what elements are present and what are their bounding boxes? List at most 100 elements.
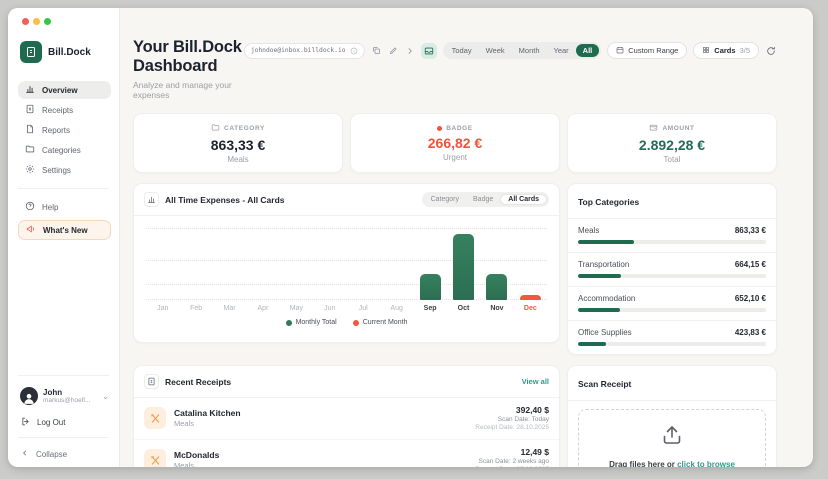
chart-tab-category[interactable]: Category [424,195,466,204]
category-row[interactable]: Office Supplies423,83 € [568,321,776,354]
chart-body: JanFebMarAprMayJunJulAugSepOctNovDec Mon… [134,216,559,342]
sidebar-item-reports[interactable]: Reports [18,121,111,139]
upload-icon [660,423,684,452]
receipt-row[interactable]: McDonalds Meals 12,49 $ Scan Date: 2 wee… [134,440,559,467]
window-controls[interactable] [18,16,111,25]
chart-tabs: Category Badge All Cards [422,192,549,207]
sidebar-item-whats-new[interactable]: What's New [18,220,111,240]
view-all-link[interactable]: View all [522,377,549,386]
sidebar-item-label: Reports [42,126,70,135]
month-label: Feb [179,305,212,312]
chart-bar[interactable] [486,274,507,300]
chart-bar-slot [179,222,212,300]
chart-tab-badge[interactable]: Badge [466,195,500,204]
chart-tab-all-cards[interactable]: All Cards [500,194,547,205]
sidebar-item-label: Help [42,203,58,212]
receipt-category: Meals [174,461,219,467]
receipt-row[interactable]: Catalina Kitchen Meals 392,40 $ Scan Dat… [134,398,559,440]
sidebar-item-label: Categories [42,146,81,155]
progress-track [578,274,766,278]
copy-email-button[interactable] [371,46,382,55]
cards-label: Cards [714,46,735,55]
info-icon[interactable] [350,42,358,60]
month-label: Mar [213,305,246,312]
range-tab-year[interactable]: Year [547,44,576,57]
chart-bar-slot [280,222,313,300]
logout-icon [21,417,30,428]
legend-dot-icon [353,320,359,326]
inbox-email: johndoe@inbox.billdock.io [251,47,346,54]
zoom-window-button[interactable] [44,18,51,25]
sidebar-item-help[interactable]: Help [18,198,111,216]
category-value: 652,10 € [735,294,766,303]
receipt-icon [144,374,159,389]
sidebar-item-categories[interactable]: Categories [18,141,111,159]
progress-fill [578,240,634,244]
receipt-amount: 392,40 $ [475,405,549,416]
month-label: May [280,305,313,312]
range-tab-all[interactable]: All [576,44,600,57]
stat-sublabel: Meals [227,155,248,164]
stat-label: BADGE [437,125,472,132]
sidebar-divider [18,437,109,438]
receipt-scan-date: Scan Date: 2 weeks ago [475,458,549,466]
sidebar-item-label: Settings [42,166,71,175]
custom-range-button[interactable]: Custom Range [607,42,687,59]
receipt-date: Receipt Date: 05.12.2025 [475,466,549,467]
category-row[interactable]: Transportation664,15 € [568,253,776,287]
range-tab-today[interactable]: Today [445,44,479,57]
month-label: Jun [313,305,346,312]
receipt-icon [25,104,35,116]
refresh-button[interactable] [765,46,777,56]
browse-link[interactable]: click to browse [677,460,735,467]
month-label: Apr [246,305,279,312]
sidebar-item-settings[interactable]: Settings [18,161,111,179]
recent-receipts-card: Recent Receipts View all Catalina Kitche… [133,365,560,467]
chart-bar-slot [380,222,413,300]
dropzone-text: Drag files here or click to browse [609,460,735,467]
chart-bar[interactable] [453,234,474,300]
receipt-category: Meals [174,419,241,429]
category-row[interactable]: Meals863,33 € [568,219,776,253]
category-value: 863,33 € [735,226,766,235]
range-tab-week[interactable]: Week [479,44,512,57]
category-value: 423,83 € [735,328,766,337]
inbox-email-pill[interactable]: johndoe@inbox.billdock.io [244,43,365,59]
month-label: Oct [447,305,480,312]
question-circle-icon [25,201,35,213]
grid-icon [702,46,710,56]
user-email: markus@hoefl... [43,397,90,404]
chart-bar[interactable] [420,274,441,300]
category-row[interactable]: Accommodation652,10 € [568,287,776,321]
logout-button[interactable]: Log Out [21,417,111,428]
minimize-window-button[interactable] [33,18,40,25]
wallet-icon [649,123,658,134]
utensils-icon [144,407,166,429]
chart-bar-slot [347,222,380,300]
sidebar-item-overview[interactable]: Overview [18,81,111,99]
stat-card-amount: AMOUNT 2.892,28 € Total [567,113,777,173]
main-content: Your Bill.Dock Dashboard Analyze and man… [120,8,813,467]
legend-current-month: Current Month [353,319,408,326]
chart-bar-slot [514,222,547,300]
file-dropzone[interactable]: Drag files here or click to browse JPG, … [578,409,766,467]
month-label: Dec [514,305,547,312]
month-label: Jan [146,305,179,312]
stat-label: AMOUNT [649,123,694,134]
cards-button[interactable]: Cards 3/5 [693,42,759,59]
chart-bar[interactable] [520,295,541,300]
title-block: Your Bill.Dock Dashboard Analyze and man… [133,38,244,100]
sidebar-item-receipts[interactable]: Receipts [18,101,111,119]
chevron-right-icon[interactable] [405,47,415,55]
close-window-button[interactable] [22,18,29,25]
chart-bar-slot [146,222,179,300]
receipt-details: 392,40 $ Scan Date: Today Receipt Date: … [475,405,549,432]
collapse-sidebar-button[interactable]: Collapse [21,449,111,459]
range-tab-month[interactable]: Month [512,44,547,57]
user-menu[interactable]: John markus@hoefl... ⌄ [18,385,111,407]
chart-legend: Monthly Total Current Month [146,319,547,326]
edit-email-button[interactable] [388,46,399,55]
chart-bar-slot [313,222,346,300]
category-value: 664,15 € [735,260,766,269]
inbox-button[interactable] [421,43,437,59]
